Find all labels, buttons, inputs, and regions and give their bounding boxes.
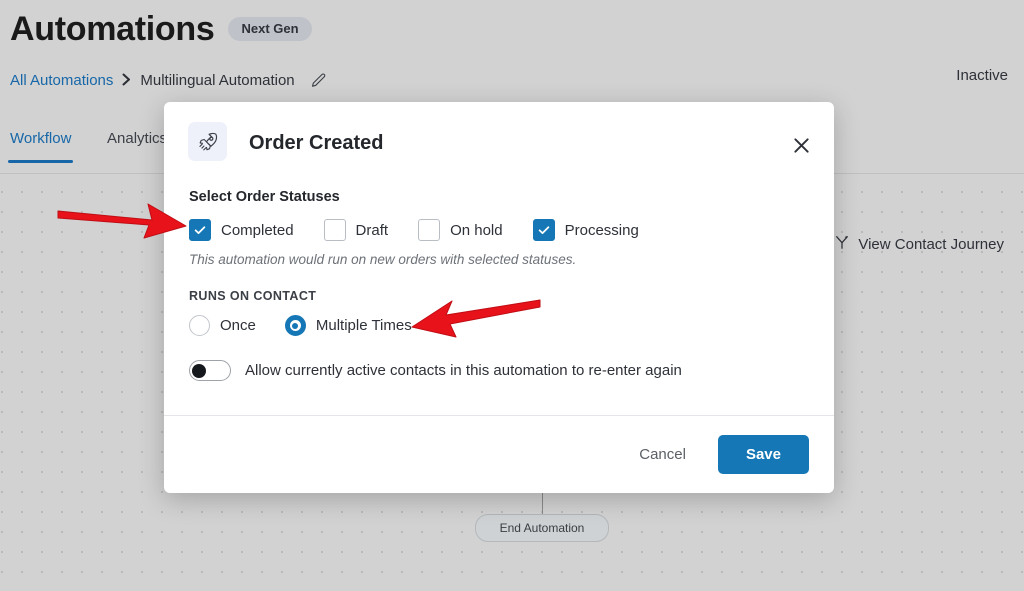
branch-icon [834, 234, 850, 255]
reenter-toggle-row: Allow currently active contacts in this … [189, 360, 809, 381]
top-bar: Automations Next Gen All Automations Mul… [0, 0, 1024, 118]
tab-analytics[interactable]: Analytics [107, 130, 167, 163]
end-automation-node[interactable]: End Automation [475, 514, 609, 542]
close-icon[interactable] [786, 130, 816, 160]
app-root: Automations Next Gen All Automations Mul… [0, 0, 1024, 591]
radio-multiple-times[interactable]: Multiple Times [284, 315, 412, 336]
checkbox-completed[interactable]: Completed [189, 219, 294, 241]
checkbox-on-hold-label: On hold [450, 221, 503, 239]
dialog-footer: Cancel Save [164, 415, 834, 493]
checkbox-on-hold-box[interactable] [418, 219, 441, 241]
save-button[interactable]: Save [717, 435, 809, 474]
reenter-toggle-knob [192, 363, 206, 378]
checkbox-processing-label: Processing [564, 221, 639, 239]
dialog-body: Select Order Statuses Completed Draft On… [164, 174, 834, 415]
pencil-icon[interactable] [310, 72, 327, 89]
radio-once-dot[interactable] [189, 315, 210, 336]
rocket-icon [188, 122, 227, 161]
automation-status: Inactive [956, 67, 1008, 84]
end-automation-node-wrap: End Automation [475, 492, 609, 542]
radio-multiple-times-dot[interactable] [284, 315, 306, 336]
checkbox-completed-label: Completed [221, 221, 294, 239]
select-order-statuses-label: Select Order Statuses [189, 189, 340, 205]
reenter-toggle-label: Allow currently active contacts in this … [245, 362, 682, 379]
dialog-title: Order Created [249, 132, 384, 154]
view-contact-journey-label: View Contact Journey [858, 236, 1004, 253]
breadcrumb-current-automation: Multilingual Automation [140, 72, 295, 89]
chevron-right-icon [122, 73, 131, 89]
tab-workflow[interactable]: Workflow [7, 130, 74, 163]
view-contact-journey-button[interactable]: View Contact Journey [834, 234, 1004, 255]
checkbox-draft-box[interactable] [323, 219, 346, 241]
radio-multiple-times-label: Multiple Times [315, 317, 412, 334]
checkbox-processing-box[interactable] [532, 219, 555, 241]
checkbox-completed-box[interactable] [189, 219, 211, 241]
connector-line [541, 492, 543, 514]
runs-on-contact-radio-group: Once Multiple Times [189, 315, 809, 336]
page-title: Automations [10, 10, 215, 48]
dialog-header: Order Created [164, 102, 834, 174]
statuses-hint-text: This automation would run on new orders … [189, 252, 577, 267]
checkbox-on-hold[interactable]: On hold [418, 219, 503, 241]
breadcrumb: All Automations Multilingual Automation [10, 72, 327, 89]
radio-once[interactable]: Once [189, 315, 256, 336]
cancel-button[interactable]: Cancel [625, 436, 700, 473]
radio-once-label: Once [220, 317, 256, 334]
checkbox-draft[interactable]: Draft [323, 219, 389, 241]
breadcrumb-all-automations[interactable]: All Automations [10, 72, 113, 89]
checkbox-processing[interactable]: Processing [532, 219, 639, 241]
runs-on-contact-label: RUNS ON CONTACT [189, 289, 317, 303]
page-title-row: Automations Next Gen [10, 8, 312, 50]
checkbox-draft-label: Draft [355, 221, 389, 239]
order-statuses-checkbox-group: Completed Draft On hold Processing [189, 219, 809, 241]
reenter-toggle[interactable] [189, 360, 231, 381]
next-gen-badge: Next Gen [228, 17, 312, 41]
order-created-dialog: Order Created Select Order Statuses Comp… [164, 102, 834, 493]
